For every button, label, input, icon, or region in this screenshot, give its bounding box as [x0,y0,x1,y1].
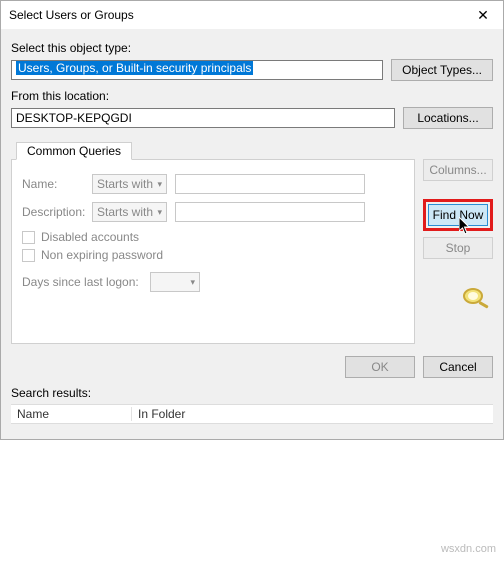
find-now-button[interactable]: Find Now [428,204,488,226]
column-name[interactable]: Name [11,405,131,423]
search-icon [423,285,493,314]
location-input[interactable]: DESKTOP-KEPQGDI [11,108,395,128]
footer: OK Cancel Search results: Name In Folder [11,352,493,424]
titlebar: Select Users or Groups ✕ [1,1,503,29]
object-type-input[interactable]: Users, Groups, or Built-in security prin… [11,60,383,80]
watermark: wsxdn.com [441,543,496,555]
description-match-value: Starts with [97,205,153,219]
chevron-down-icon: ▾ [157,207,162,218]
object-type-label: Select this object type: [11,41,493,55]
name-label: Name: [22,177,84,191]
days-since-logon-label: Days since last logon: [22,275,142,289]
name-match-value: Starts with [97,177,153,191]
from-location-label: From this location: [11,89,493,103]
object-types-button[interactable]: Object Types... [391,59,493,81]
common-queries-panel: Common Queries Name: Starts with ▾ Descr… [11,159,415,344]
search-results-label: Search results: [11,386,493,400]
right-button-column: Columns... Find Now Stop [423,141,493,314]
name-match-combo[interactable]: Starts with ▾ [92,174,167,194]
non-expiring-checkbox[interactable] [22,249,35,262]
locations-button[interactable]: Locations... [403,107,493,129]
disabled-accounts-checkbox[interactable] [22,231,35,244]
non-expiring-label: Non expiring password [41,248,163,262]
close-icon[interactable]: ✕ [471,7,495,24]
content-area: Select this object type: Users, Groups, … [1,29,503,434]
description-label: Description: [22,205,84,219]
ok-button[interactable]: OK [345,356,415,378]
window-title: Select Users or Groups [9,8,134,22]
dialog-window: Select Users or Groups ✕ Select this obj… [0,0,504,440]
column-in-folder[interactable]: In Folder [132,405,493,423]
cancel-button[interactable]: Cancel [423,356,493,378]
chevron-down-icon: ▾ [157,179,162,190]
stop-button[interactable]: Stop [423,237,493,259]
days-since-logon-combo[interactable]: ▾ [150,272,200,292]
results-header: Name In Folder [11,404,493,424]
description-input[interactable] [175,202,365,222]
description-match-combo[interactable]: Starts with ▾ [92,202,167,222]
find-now-highlight: Find Now [423,199,493,231]
chevron-down-icon: ▾ [190,277,195,288]
name-input[interactable] [175,174,365,194]
query-area: Common Queries Name: Starts with ▾ Descr… [11,141,493,344]
disabled-accounts-label: Disabled accounts [41,230,139,244]
columns-button[interactable]: Columns... [423,159,493,181]
object-type-value: Users, Groups, or Built-in security prin… [16,61,253,75]
tab-common-queries[interactable]: Common Queries [16,142,132,160]
